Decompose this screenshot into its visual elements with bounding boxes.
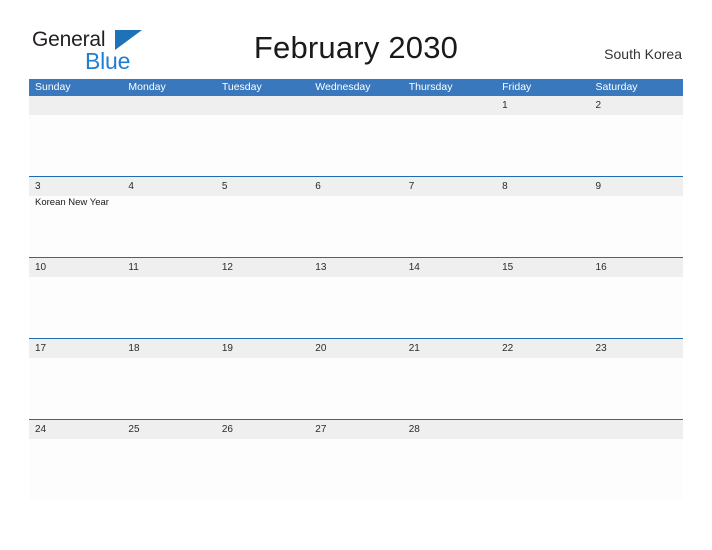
weekday-header-thursday: Thursday xyxy=(408,81,453,93)
day-cell-22[interactable] xyxy=(496,358,589,419)
day-cell-14[interactable] xyxy=(403,277,496,338)
day-number-24[interactable]: 24 xyxy=(29,420,122,439)
day-number-16[interactable]: 16 xyxy=(590,258,683,277)
day-cell-15[interactable] xyxy=(496,277,589,338)
day-number-6[interactable]: 6 xyxy=(309,177,402,196)
calendar-week-row: 3 4 5 6 7 8 9 Korean New Year xyxy=(29,176,683,257)
day-number-21[interactable]: 21 xyxy=(403,339,496,358)
day-number-2[interactable]: 2 xyxy=(590,96,683,115)
day-number-26[interactable]: 26 xyxy=(216,420,309,439)
day-number-10[interactable]: 10 xyxy=(29,258,122,277)
week-body-strip xyxy=(29,358,683,419)
day-cell-empty xyxy=(403,115,496,176)
week-date-strip: 10 11 12 13 14 15 16 xyxy=(29,258,683,277)
weekday-header-sunday: Sunday xyxy=(35,81,71,93)
day-number-19[interactable]: 19 xyxy=(216,339,309,358)
day-number-22[interactable]: 22 xyxy=(496,339,589,358)
day-cell-empty xyxy=(496,439,589,500)
day-cell-27[interactable] xyxy=(309,439,402,500)
calendar-weeks: 1 2 3 4 5 6 7 8 9 Korean New Year 10 11 12 13 14 15 16 17… xyxy=(29,96,683,500)
day-cell-18[interactable] xyxy=(122,358,215,419)
week-date-strip: 12 xyxy=(29,96,683,115)
calendar-week-row: 12 xyxy=(29,96,683,176)
day-cell-5[interactable] xyxy=(216,196,309,257)
day-number-empty xyxy=(216,96,309,115)
day-number-3[interactable]: 3 xyxy=(29,177,122,196)
day-number-empty xyxy=(122,96,215,115)
holiday-label: Korean New Year xyxy=(35,197,109,208)
day-number-1[interactable]: 1 xyxy=(496,96,589,115)
calendar-week-row: 17 18 19 20 21 22 23 xyxy=(29,338,683,419)
week-body-strip xyxy=(29,439,683,500)
day-cell-10[interactable] xyxy=(29,277,122,338)
day-cell-25[interactable] xyxy=(122,439,215,500)
weekday-header-saturday: Saturday xyxy=(595,81,638,93)
weekday-header-row: Sunday Monday Tuesday Wednesday Thursday Frid… xyxy=(29,79,683,96)
day-number-5[interactable]: 5 xyxy=(216,177,309,196)
day-number-17[interactable]: 17 xyxy=(29,339,122,358)
day-number-15[interactable]: 15 xyxy=(496,258,589,277)
week-body-strip xyxy=(29,277,683,338)
day-number-empty xyxy=(403,96,496,115)
page-header: General Blue February 2030 South Korea xyxy=(0,0,712,78)
region-label: South Korea xyxy=(604,46,682,62)
day-number-7[interactable]: 7 xyxy=(403,177,496,196)
day-number-14[interactable]: 14 xyxy=(403,258,496,277)
day-number-25[interactable]: 25 xyxy=(122,420,215,439)
weekday-header-friday: Friday xyxy=(502,81,532,93)
day-number-28[interactable]: 28 xyxy=(403,420,496,439)
day-cell-empty xyxy=(216,115,309,176)
day-number-23[interactable]: 23 xyxy=(590,339,683,358)
weekday-header-tuesday: Tuesday xyxy=(221,81,262,93)
day-number-9[interactable]: 9 xyxy=(590,177,683,196)
day-cell-6[interactable] xyxy=(309,196,402,257)
week-body-strip xyxy=(29,115,683,176)
day-number-empty xyxy=(29,96,122,115)
week-date-strip: 3456789 xyxy=(29,177,683,196)
day-cell-21[interactable] xyxy=(403,358,496,419)
day-cell-empty xyxy=(309,115,402,176)
day-number-18[interactable]: 18 xyxy=(122,339,215,358)
calendar-grid: Sunday Monday Tuesday Wednesday Thursday Frid… xyxy=(29,79,683,500)
day-number-27[interactable]: 27 xyxy=(309,420,402,439)
week-date-strip: 17 18 19 20 21 22 23 xyxy=(29,339,683,358)
calendar-week-row: 10 11 12 13 14 15 16 xyxy=(29,257,683,338)
day-cell-16[interactable] xyxy=(590,277,683,338)
day-cell-1[interactable] xyxy=(496,115,589,176)
day-number-empty xyxy=(496,420,589,439)
day-number-12[interactable]: 12 xyxy=(216,258,309,277)
day-cell-19[interactable] xyxy=(216,358,309,419)
day-number-4[interactable]: 4 xyxy=(122,177,215,196)
day-number-empty xyxy=(309,96,402,115)
day-cell-23[interactable] xyxy=(590,358,683,419)
day-cell-20[interactable] xyxy=(309,358,402,419)
day-number-13[interactable]: 13 xyxy=(309,258,402,277)
day-cell-8[interactable] xyxy=(496,196,589,257)
day-cell-12[interactable] xyxy=(216,277,309,338)
day-cell-empty xyxy=(29,115,122,176)
week-date-strip: 24 25 26 27 28 xyxy=(29,420,683,439)
week-body-strip: Korean New Year xyxy=(29,196,683,257)
day-cell-28[interactable] xyxy=(403,439,496,500)
day-cell-empty xyxy=(590,439,683,500)
day-cell-4[interactable] xyxy=(122,196,215,257)
day-number-11[interactable]: 11 xyxy=(122,258,215,277)
calendar-week-row: 24 25 26 27 28 xyxy=(29,419,683,500)
day-cell-9[interactable] xyxy=(590,196,683,257)
day-number-8[interactable]: 8 xyxy=(496,177,589,196)
day-cell-7[interactable] xyxy=(403,196,496,257)
day-cell-17[interactable] xyxy=(29,358,122,419)
day-cell-11[interactable] xyxy=(122,277,215,338)
day-cell-26[interactable] xyxy=(216,439,309,500)
day-cell-empty xyxy=(122,115,215,176)
day-cell-24[interactable] xyxy=(29,439,122,500)
day-number-empty xyxy=(590,420,683,439)
weekday-header-wednesday: Wednesday xyxy=(315,81,371,93)
day-cell-2[interactable] xyxy=(590,115,683,176)
day-cell-13[interactable] xyxy=(309,277,402,338)
day-cell-3[interactable]: Korean New Year xyxy=(29,196,122,257)
weekday-header-monday: Monday xyxy=(128,81,166,93)
day-number-20[interactable]: 20 xyxy=(309,339,402,358)
